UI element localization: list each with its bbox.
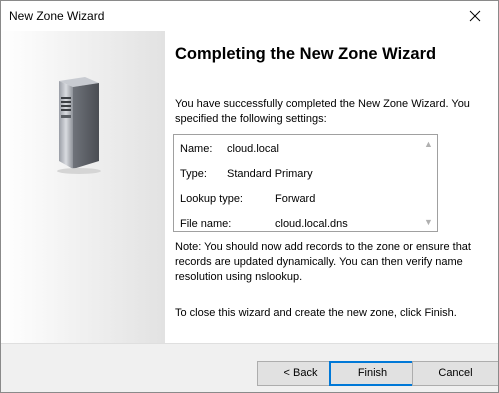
closing-text: To close this wizard and create the new …	[175, 307, 457, 319]
wizard-content: Completing the New Zone Wizard You have …	[165, 31, 498, 343]
page-title: Completing the New Zone Wizard	[175, 45, 437, 63]
setting-row-type: Type: Standard Primary	[180, 168, 313, 180]
settings-scrollbar[interactable]: ▲ ▼	[420, 135, 437, 231]
cancel-button[interactable]: Cancel	[412, 361, 498, 386]
setting-row-lookup-type: Lookup type: Forward	[180, 193, 315, 205]
setting-value: cloud.local	[227, 143, 279, 155]
setting-label: File name:	[180, 218, 232, 230]
button-bar: < Back Finish Cancel	[1, 343, 498, 392]
intro-text: You have successfully completed the New …	[175, 98, 470, 125]
scroll-up-icon[interactable]: ▲	[424, 139, 433, 149]
setting-row-name: Name: cloud.local	[180, 143, 279, 155]
close-icon	[469, 10, 481, 22]
setting-row-file-name: File name: cloud.local.dns	[180, 218, 348, 230]
setting-value: cloud.local.dns	[275, 218, 348, 230]
setting-value: Forward	[275, 193, 316, 205]
title-bar: New Zone Wizard	[1, 1, 498, 31]
setting-label: Name:	[180, 143, 213, 155]
setting-label: Lookup type:	[180, 193, 243, 205]
wizard-window: New Zone Wizard Completing the New Zone …	[0, 0, 499, 393]
window-title: New Zone Wizard	[9, 9, 105, 23]
setting-label: Type:	[180, 168, 207, 180]
note-text: Note: You should now add records to the …	[175, 241, 471, 283]
wizard-side-panel	[1, 31, 165, 343]
close-button[interactable]	[452, 1, 498, 31]
scroll-down-icon[interactable]: ▼	[424, 217, 433, 227]
setting-value: Standard Primary	[227, 168, 313, 180]
settings-summary-box[interactable]: Name: cloud.local Type: Standard Primary…	[173, 134, 438, 232]
server-icon	[57, 77, 101, 174]
finish-button[interactable]: Finish	[329, 361, 416, 386]
